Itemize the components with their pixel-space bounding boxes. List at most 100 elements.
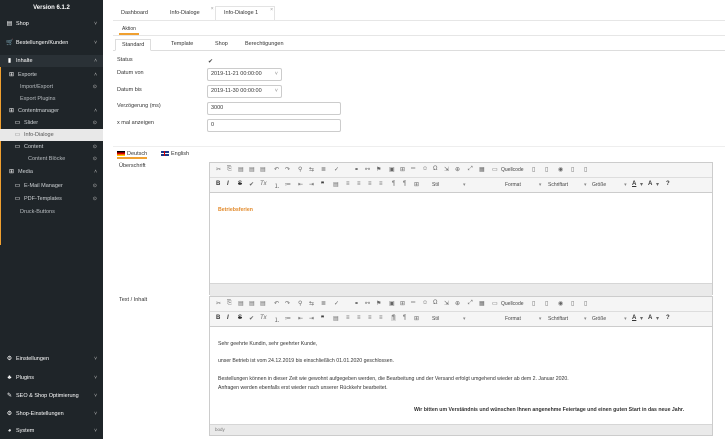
table-icon[interactable]: ⊞ [400, 166, 405, 173]
stil-select[interactable]: Stil ▾ [432, 182, 465, 188]
remove-format-icon[interactable]: Tx [260, 315, 267, 321]
remove-format-icon[interactable]: Tx [260, 181, 267, 187]
print-icon[interactable]: ◉ [558, 166, 563, 173]
ueberschrift-content-area[interactable]: Betriebsferien [210, 194, 712, 283]
tab-info-dialoge[interactable]: Info-Dialoge × [170, 6, 214, 20]
copy-icon[interactable]: ⎘ [227, 300, 232, 307]
ltr-icon[interactable]: ¶ [391, 315, 397, 321]
sidebar-item-bestellungen[interactable]: 🛒 Bestellungen/Kunden ˅ [0, 37, 103, 49]
text-color-icon[interactable]: A [632, 181, 636, 187]
rtl-icon[interactable]: ¶ [403, 315, 406, 321]
undo-icon[interactable]: ↶ [274, 166, 279, 173]
datum-bis-field[interactable]: 2019-11-30 00:00:00 ˅ [207, 85, 282, 98]
align-center-icon[interactable]: ≡ [357, 181, 361, 187]
sidebar-item-contentmanager[interactable]: ⊞ Contentmanager ˄ [0, 105, 103, 117]
numbered-list-icon[interactable]: ⒈ [274, 315, 280, 324]
unlink-icon[interactable]: ⚯ [365, 300, 370, 307]
align-left-icon[interactable]: ≡ [346, 181, 350, 187]
sidebar-item-info-dialoge[interactable]: ▭ Info-Dialoge [0, 129, 103, 141]
print-icon[interactable]: ◉ [558, 300, 563, 307]
anchor-icon[interactable]: ⚑ [376, 300, 381, 307]
stil-select[interactable]: Stil ▾ [432, 316, 465, 322]
datum-von-field[interactable]: 2019-11-21 00:00:00 ˅ [207, 68, 282, 81]
link-icon[interactable]: ⚭ [354, 300, 359, 307]
close-icon[interactable]: × [270, 4, 273, 16]
bulleted-list-icon[interactable]: ≔ [285, 181, 291, 188]
quellcode-button[interactable]: Quellcode [501, 167, 524, 173]
sidebar-item-content[interactable]: ▭ Content ⊙ [0, 141, 103, 153]
redo-icon[interactable]: ↷ [285, 300, 290, 307]
align-left-icon[interactable]: ≡ [346, 315, 350, 321]
div-icon[interactable]: ▤ [333, 181, 339, 188]
text-inhalt-content-area[interactable]: Sehr geehrte Kundin, sehr geehrter Kunde… [210, 328, 712, 426]
tab-info-dialoge-1[interactable]: Info-Dialoge 1 × [215, 6, 275, 20]
blockquote-icon[interactable]: ❞ [321, 315, 324, 322]
sidebar-item-content-bloecke[interactable]: Content Blöcke ⊙ [0, 153, 103, 165]
bg-color-icon[interactable]: A [648, 181, 652, 187]
lang-tab-deutsch[interactable]: Deutsch [117, 149, 148, 159]
bold-icon[interactable]: B [216, 315, 220, 321]
pagebreak-icon[interactable]: ⇲ [444, 166, 449, 173]
div-icon[interactable]: ▤ [333, 315, 339, 322]
close-icon[interactable]: × [211, 2, 214, 16]
strike-icon[interactable]: S [238, 315, 242, 321]
groesse-select[interactable]: Größe ▾ [592, 182, 627, 188]
preview-icon[interactable]: ▯ [545, 166, 548, 173]
redo-icon[interactable]: ↷ [285, 166, 290, 173]
pagebreak-icon[interactable]: ⇲ [444, 300, 449, 307]
sidebar-item-plugins[interactable]: ♣ Plugins ˅ [0, 372, 103, 384]
outdent-icon[interactable]: ⇤ [298, 181, 303, 188]
rtl-icon[interactable]: ¶ [403, 181, 406, 187]
document-icon[interactable]: ▯ [584, 166, 587, 173]
find-icon[interactable]: ⚲ [298, 166, 302, 173]
align-justify-icon[interactable]: ≡ [379, 315, 383, 321]
hr-icon[interactable]: ═ [411, 300, 415, 306]
maximize-icon[interactable]: ⤢ [468, 300, 473, 307]
maximize-icon[interactable]: ⤢ [468, 166, 473, 173]
special-char-icon[interactable]: Ω [433, 166, 438, 172]
source-icon[interactable]: ▭ [492, 166, 498, 173]
blocks-icon[interactable]: ▦ [479, 300, 485, 307]
sidebar-item-druck-buttons[interactable]: Druck-Buttons [0, 206, 103, 218]
italic-icon[interactable]: I [227, 315, 229, 321]
document-icon[interactable]: ▯ [584, 300, 587, 307]
schriftart-select[interactable]: Schriftart ▾ [548, 182, 587, 188]
paste-word-icon[interactable]: ▤ [260, 300, 266, 307]
paste-icon[interactable]: ▤ [238, 166, 244, 173]
paste-icon[interactable]: ▤ [238, 300, 244, 307]
italic-icon[interactable]: I [227, 181, 229, 187]
chevron-down-icon[interactable]: ▾ [640, 181, 643, 188]
find-icon[interactable]: ⚲ [298, 300, 302, 307]
indent-icon[interactable]: ⇥ [309, 315, 314, 322]
cut-icon[interactable]: ✂ [216, 300, 221, 307]
table-icon[interactable]: ⊞ [400, 300, 405, 307]
hr-icon[interactable]: ═ [411, 166, 415, 172]
numbered-list-icon[interactable]: ⒈ [274, 181, 280, 190]
quellcode-button[interactable]: Quellcode [501, 301, 524, 307]
help-icon[interactable]: ? [666, 315, 670, 321]
replace-icon[interactable]: ⇆ [309, 166, 314, 173]
spellcheck-icon[interactable]: ✓ [334, 166, 339, 173]
sidebar-item-seo[interactable]: ✎ SEO & Shop Optimierung ˅ [0, 390, 103, 402]
image-icon[interactable]: ▣ [389, 300, 395, 307]
sidebar-item-exporte[interactable]: ⊞ Exporte ˄ [0, 69, 103, 81]
preview-icon[interactable]: ▯ [545, 300, 548, 307]
xmal-input[interactable]: 0 [207, 119, 341, 132]
lang-tab-english[interactable]: English [161, 149, 189, 159]
unlink-icon[interactable]: ⚯ [365, 166, 370, 173]
copy-icon[interactable]: ⎘ [227, 166, 232, 173]
new-page-icon[interactable]: ▯ [532, 300, 535, 307]
language-icon[interactable]: ⊞ [414, 315, 419, 322]
groesse-select[interactable]: Größe ▾ [592, 316, 627, 322]
iframe-icon[interactable]: ⊕ [455, 300, 460, 307]
outdent-icon[interactable]: ⇤ [298, 315, 303, 322]
link-icon[interactable]: ⚭ [354, 166, 359, 173]
format-painter-icon[interactable]: ✔ [249, 181, 254, 188]
smiley-icon[interactable]: ☺ [422, 166, 428, 172]
sidebar-item-slider[interactable]: ▭ Slider ⊙ [0, 117, 103, 129]
bg-color-icon[interactable]: A [648, 315, 652, 321]
paste-text-icon[interactable]: ▤ [249, 166, 255, 173]
templates-icon[interactable]: ▯ [571, 300, 574, 307]
status-checkbox[interactable]: ✔ [208, 58, 213, 65]
language-icon[interactable]: ⊞ [414, 181, 419, 188]
